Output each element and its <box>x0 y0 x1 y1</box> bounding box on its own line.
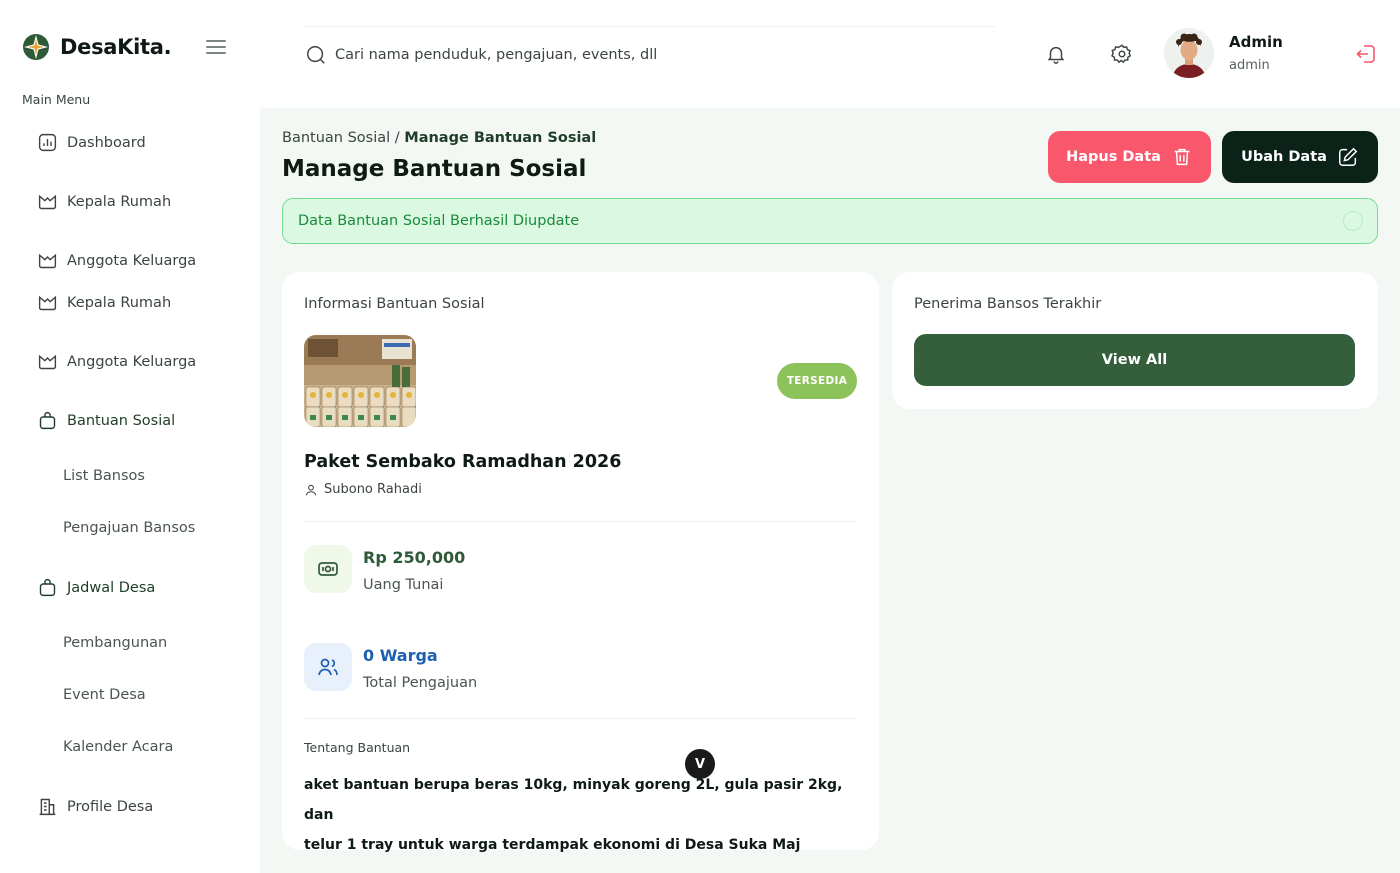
folder-icon <box>38 253 57 269</box>
close-icon[interactable] <box>1343 211 1363 231</box>
cash-icon-box <box>304 545 352 593</box>
dashboard-icon <box>38 133 57 152</box>
sidebar-subitem-list-bansos[interactable]: List Bansos <box>63 468 145 484</box>
breadcrumb-current: Manage Bantuan Sosial <box>404 130 597 146</box>
brand[interactable]: DesaKita. <box>22 33 172 61</box>
folder-icon <box>38 194 57 210</box>
divider <box>304 718 857 719</box>
breadcrumb: Bantuan Sosial / Manage Bantuan Sosial <box>282 130 596 146</box>
sidebar-item-label: Kepala Rumah <box>67 193 172 210</box>
sidebar-item-kepala-rumah-2[interactable]: Kepala Rumah <box>37 292 171 313</box>
sidebar-item-bantuan-sosial[interactable]: Bantuan Sosial <box>37 410 175 431</box>
divider <box>304 521 857 522</box>
search-input[interactable] <box>335 46 935 63</box>
view-all-button[interactable]: View All <box>914 334 1355 386</box>
recipients-card: Penerima Bansos Terakhir View All <box>892 272 1378 409</box>
edit-data-button[interactable]: Ubah Data <box>1222 131 1378 183</box>
delete-data-button[interactable]: Hapus Data <box>1048 131 1211 183</box>
avatar[interactable] <box>1164 28 1214 78</box>
info-card: Informasi Bantuan Sosial TERSEDIA Paket … <box>282 272 879 853</box>
main-menu-title: Main Menu <box>22 92 91 107</box>
sidebar-subitem-pembangunan[interactable]: Pembangunan <box>63 635 167 651</box>
sidebar-item-profile-desa[interactable]: Profile Desa <box>37 796 153 817</box>
sidebar-subitem-pengajuan-bansos[interactable]: Pengajuan Bansos <box>63 520 195 536</box>
users-icon <box>318 658 338 676</box>
aid-photo <box>304 335 416 427</box>
sidebar-item-label: Dashboard <box>67 134 146 151</box>
sidebar-item-kepala-rumah[interactable]: Kepala Rumah <box>37 191 171 212</box>
sidebar-item-label: Profile Desa <box>67 798 154 815</box>
sidebar-item-label: Anggota Keluarga <box>67 252 197 269</box>
folder-icon <box>38 354 57 370</box>
search-bar[interactable] <box>305 26 995 82</box>
sidebar-item-label: Kepala Rumah <box>67 294 172 311</box>
user-role: admin <box>1229 58 1270 73</box>
main-content: Bantuan Sosial / Manage Bantuan Sosial M… <box>260 108 1400 873</box>
sidebar-item-dashboard[interactable]: Dashboard <box>37 132 146 153</box>
sidebar-subitem-event-desa[interactable]: Event Desa <box>63 687 146 703</box>
scroll-down-button[interactable]: V <box>685 749 715 779</box>
shopping-bag-icon <box>39 411 56 430</box>
aid-thumbnail <box>304 335 416 427</box>
about-line: telur 1 tray untuk warga terdampak ekono… <box>304 837 801 853</box>
edit-icon <box>1338 147 1358 166</box>
sidebar-item-label: Anggota Keluarga <box>67 353 197 370</box>
success-alert: Data Bantuan Sosial Berhasil Diupdate <box>282 198 1378 244</box>
trash-icon <box>1174 148 1190 166</box>
sidebar-item-anggota-keluarga-2[interactable]: Anggota Keluarga <box>37 351 196 372</box>
bell-icon <box>1047 46 1065 64</box>
applicants-label: Total Pengajuan <box>363 675 478 691</box>
hamburger-menu-icon[interactable] <box>206 40 226 54</box>
sidebar: DesaKita. Main Menu Dashboard Kepala Rum… <box>0 0 260 873</box>
notification-button[interactable] <box>1034 32 1078 76</box>
brand-logo-icon <box>23 34 49 60</box>
settings-button[interactable] <box>1100 32 1144 76</box>
recipients-card-title: Penerima Bansos Terakhir <box>914 296 1102 312</box>
cash-icon <box>318 562 338 576</box>
about-title: Tentang Bantuan <box>304 740 411 755</box>
breadcrumb-separator: / <box>390 130 405 146</box>
aid-name: Paket Sembako Ramadhan 2026 <box>304 452 622 472</box>
user-icon <box>305 484 317 495</box>
building-icon <box>39 798 56 816</box>
amount-value: Rp 250,000 <box>363 548 466 567</box>
avatar-image <box>1164 28 1214 78</box>
folder-icon <box>38 295 57 311</box>
status-badge: TERSEDIA <box>777 363 857 399</box>
topbar: Admin admin <box>260 0 1400 108</box>
delete-data-label: Hapus Data <box>1066 149 1161 165</box>
sidebar-item-label: Jadwal Desa <box>67 579 156 596</box>
sidebar-item-jadwal-desa[interactable]: Jadwal Desa <box>37 577 155 598</box>
about-text: aket bantuan berupa beras 10kg, minyak g… <box>304 770 854 860</box>
page-title: Manage Bantuan Sosial <box>282 156 587 182</box>
about-line: aket bantuan berupa beras 10kg, minyak g… <box>304 777 843 823</box>
users-icon-box <box>304 643 352 691</box>
search-icon <box>307 45 325 64</box>
alert-text: Data Bantuan Sosial Berhasil Diupdate <box>298 213 580 229</box>
edit-data-label: Ubah Data <box>1241 149 1327 165</box>
amount-label: Uang Tunai <box>363 577 444 593</box>
author: Subono Rahadi <box>304 482 422 497</box>
gear-icon <box>1111 44 1132 64</box>
applicants-value: 0 Warga <box>363 646 438 665</box>
sidebar-item-anggota-keluarga[interactable]: Anggota Keluarga <box>37 250 196 271</box>
breadcrumb-parent[interactable]: Bantuan Sosial <box>282 130 390 146</box>
logout-icon[interactable] <box>1354 42 1378 66</box>
sidebar-subitem-kalender-acara[interactable]: Kalender Acara <box>63 739 173 755</box>
info-card-title: Informasi Bantuan Sosial <box>304 296 485 312</box>
user-name: Admin <box>1229 33 1283 51</box>
author-name: Subono Rahadi <box>324 482 422 497</box>
sidebar-item-label: Bantuan Sosial <box>67 412 176 429</box>
shopping-bag-icon <box>39 578 56 597</box>
brand-name: DesaKita. <box>60 35 172 59</box>
